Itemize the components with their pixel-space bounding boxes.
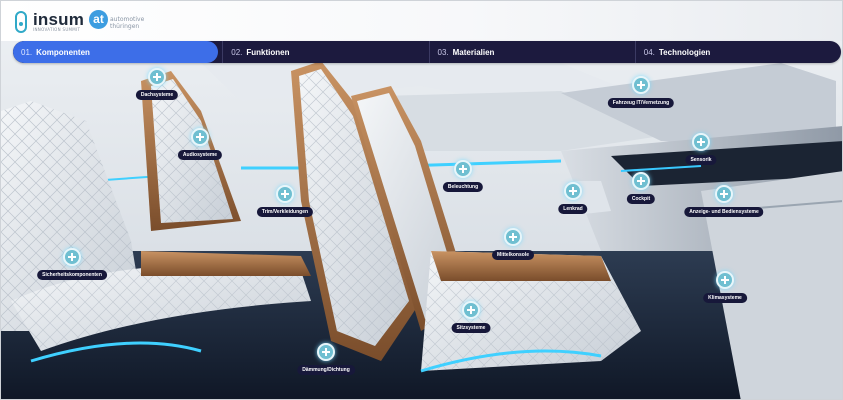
- tab-materialien[interactable]: 03. Materialien: [428, 41, 635, 63]
- insum-logo-text: insum: [33, 9, 85, 29]
- plus-icon[interactable]: [504, 228, 522, 246]
- at-logo-line2: thüringen: [110, 23, 140, 30]
- hotspot-label[interactable]: Dämmung/Dichtung: [297, 365, 355, 375]
- plus-icon[interactable]: [454, 160, 472, 178]
- insum-logo[interactable]: insum INNOVATION SUMMIT: [15, 7, 84, 37]
- tab-number: 02.: [231, 47, 243, 57]
- insum-logo-icon: [15, 11, 27, 33]
- plus-icon[interactable]: [276, 185, 294, 203]
- plus-icon[interactable]: [716, 271, 734, 289]
- tab-number: 03.: [437, 47, 449, 57]
- header-bar: insum INNOVATION SUMMIT at automotive th…: [1, 1, 842, 41]
- plus-icon[interactable]: [63, 248, 81, 266]
- hotspot-label[interactable]: Sitzsysteme: [451, 323, 491, 333]
- hotspot-label[interactable]: Fahrzeug IT/Vernetzung: [607, 98, 675, 108]
- tab-number: 01.: [21, 47, 33, 57]
- tab-label: Komponenten: [36, 47, 90, 57]
- hotspot-label[interactable]: Klimasysteme: [703, 293, 747, 303]
- plus-icon[interactable]: [564, 182, 582, 200]
- tab-label: Materialien: [452, 47, 495, 57]
- plus-icon[interactable]: [317, 343, 335, 361]
- tab-label: Technologien: [658, 47, 711, 57]
- category-tabs: 01. Komponenten 02. Funktionen 03. Mater…: [13, 41, 841, 63]
- hotspot-label[interactable]: Audiosysteme: [177, 150, 223, 160]
- at-logo-line1: automotive: [110, 16, 145, 23]
- hotspot-label[interactable]: Lenkrad: [558, 204, 588, 214]
- tab-label: Funktionen: [246, 47, 290, 57]
- hotspot-label[interactable]: Anzeige- und Bediensysteme: [684, 207, 764, 217]
- tab-technologien[interactable]: 04. Technologien: [634, 41, 841, 63]
- tab-komponenten[interactable]: 01. Komponenten: [13, 41, 219, 63]
- hotspot-label[interactable]: Sensorik: [685, 155, 717, 165]
- app-window: insum INNOVATION SUMMIT at automotive th…: [0, 0, 843, 400]
- plus-icon[interactable]: [191, 128, 209, 146]
- hotspot-label[interactable]: Trim/Verkleidungen: [256, 207, 314, 217]
- plus-icon[interactable]: [148, 68, 166, 86]
- plus-icon[interactable]: [692, 133, 710, 151]
- plus-icon[interactable]: [632, 76, 650, 94]
- hotspot-label[interactable]: Mittelkonsole: [492, 250, 534, 260]
- hotspot-label[interactable]: Dachsysteme: [135, 90, 179, 100]
- automotive-thueringen-logo[interactable]: at automotive thüringen: [89, 8, 144, 30]
- tab-number: 04.: [643, 47, 655, 57]
- at-logo-mark: at: [89, 9, 108, 29]
- plus-icon[interactable]: [632, 172, 650, 190]
- plus-icon[interactable]: [462, 301, 480, 319]
- hotspot-label[interactable]: Beleuchtung: [442, 182, 484, 192]
- plus-icon[interactable]: [715, 185, 733, 203]
- hotspot-label[interactable]: Sicherheitskomponenten: [37, 270, 107, 280]
- insum-logo-tagline: INNOVATION SUMMIT: [33, 26, 81, 32]
- hotspot-label[interactable]: Cockpit: [626, 194, 656, 204]
- tab-funktionen[interactable]: 02. Funktionen: [222, 41, 428, 63]
